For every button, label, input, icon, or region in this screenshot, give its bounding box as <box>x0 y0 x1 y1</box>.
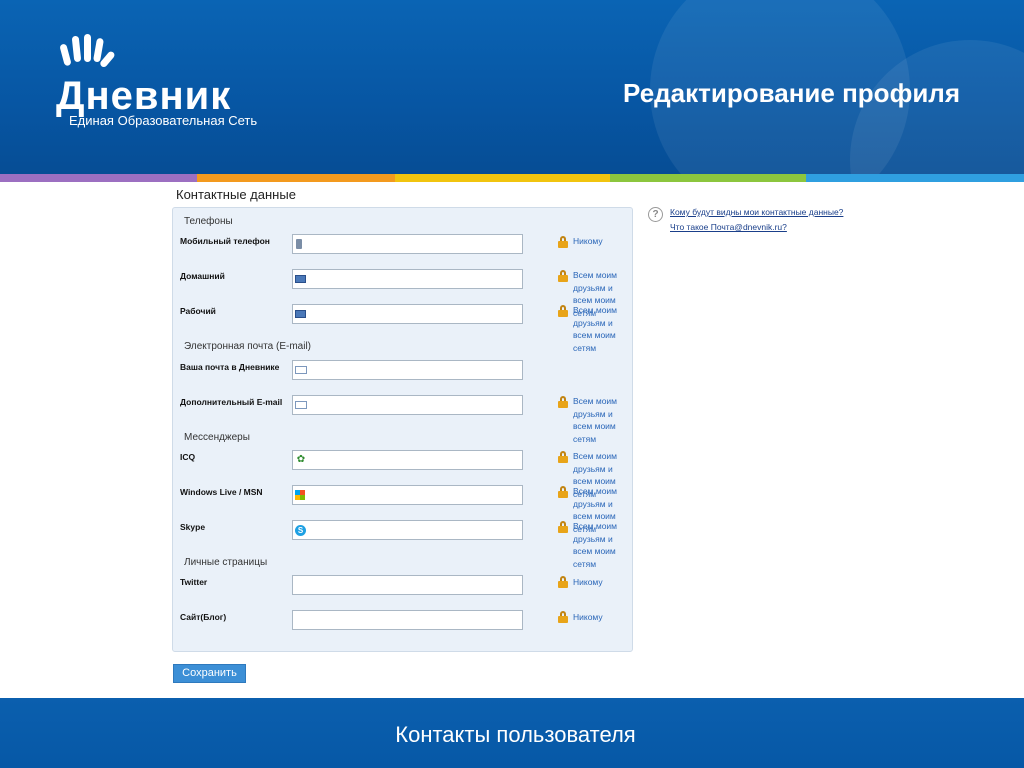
mobile-phone-input[interactable] <box>292 234 523 254</box>
lock-icon[interactable] <box>557 611 569 623</box>
help-link-mail[interactable]: Что такое Почта@dnevnik.ru? <box>670 222 787 232</box>
envelope-icon <box>295 366 307 374</box>
icq-icon: ✿ <box>296 454 306 465</box>
slide-caption: Контакты пользователя <box>395 722 636 747</box>
twitter-input[interactable] <box>292 575 523 595</box>
privacy-link[interactable]: Всем моим друзьям и всем моим сетям <box>573 520 629 570</box>
color-stripe <box>0 174 1024 182</box>
group-messengers: Мессенджеры <box>184 432 250 443</box>
skype-input[interactable]: S <box>292 520 523 540</box>
help-icon[interactable]: ? <box>648 207 663 222</box>
hand-icon <box>60 34 115 68</box>
lock-icon[interactable] <box>557 521 569 533</box>
stripe-segment <box>395 174 610 182</box>
phone-icon <box>295 275 306 283</box>
group-pages: Личные страницы <box>184 557 268 568</box>
privacy-link[interactable]: Никому <box>573 576 629 589</box>
save-button[interactable]: Сохранить <box>173 664 246 683</box>
lock-icon[interactable] <box>557 305 569 317</box>
dnevnik-email-input[interactable] <box>292 360 523 380</box>
work-phone-input[interactable] <box>292 304 523 324</box>
lock-icon[interactable] <box>557 576 569 588</box>
lock-icon[interactable] <box>557 270 569 282</box>
privacy-link[interactable]: Никому <box>573 235 629 248</box>
field-label: Twitter <box>180 577 208 587</box>
group-phones: Телефоны <box>184 216 233 227</box>
additional-email-input[interactable] <box>292 395 523 415</box>
field-label: Windows Live / MSN <box>180 487 263 497</box>
contact-form-panel: Телефоны Мобильный телефон Никому Домашн… <box>172 207 633 652</box>
field-label: Сайт(Блог) <box>180 612 227 622</box>
slide-footer: Контакты пользователя <box>0 698 1024 768</box>
stripe-segment <box>197 174 395 182</box>
stripe-segment <box>0 174 197 182</box>
field-label: Ваша почта в Дневнике <box>180 362 280 372</box>
home-phone-input[interactable] <box>292 269 523 289</box>
field-label: Мобильный телефон <box>180 236 270 246</box>
section-title: Контактные данные <box>176 187 296 202</box>
lock-icon[interactable] <box>557 236 569 248</box>
lock-icon[interactable] <box>557 396 569 408</box>
envelope-icon <box>295 401 307 409</box>
field-label: Skype <box>180 522 206 532</box>
dnevnik-logo: Дневник Единая Образовательная Сеть <box>56 30 296 130</box>
blog-input[interactable] <box>292 610 523 630</box>
msn-input[interactable] <box>292 485 523 505</box>
field-label: Домашний <box>180 271 225 281</box>
icq-input[interactable]: ✿ <box>292 450 523 470</box>
privacy-link[interactable]: Никому <box>573 611 629 624</box>
slide-header: Дневник Единая Образовательная Сеть Реда… <box>0 0 1024 174</box>
field-label: Дополнительный E-mail <box>180 397 283 407</box>
mobile-phone-icon <box>296 239 302 249</box>
group-email: Электронная почта (E-mail) <box>184 341 312 352</box>
privacy-link[interactable]: Всем моим друзьям и всем моим сетям <box>573 304 629 354</box>
help-link-visibility[interactable]: Кому будут видны мои контактные данные? <box>670 207 843 217</box>
windows-icon <box>295 490 305 500</box>
field-label: Рабочий <box>180 306 216 316</box>
logo-subtitle: Единая Образовательная Сеть <box>69 113 258 128</box>
lock-icon[interactable] <box>557 451 569 463</box>
profile-content: Контактные данные Телефоны Мобильный тел… <box>162 182 878 698</box>
stripe-segment <box>806 174 1024 182</box>
field-label: ICQ <box>180 452 196 462</box>
skype-icon: S <box>295 525 306 536</box>
page-title: Редактирование профиля <box>623 78 960 108</box>
phone-icon <box>295 310 306 318</box>
lock-icon[interactable] <box>557 486 569 498</box>
privacy-link[interactable]: Всем моим друзьям и всем моим сетям <box>573 395 629 445</box>
stripe-segment <box>610 174 806 182</box>
